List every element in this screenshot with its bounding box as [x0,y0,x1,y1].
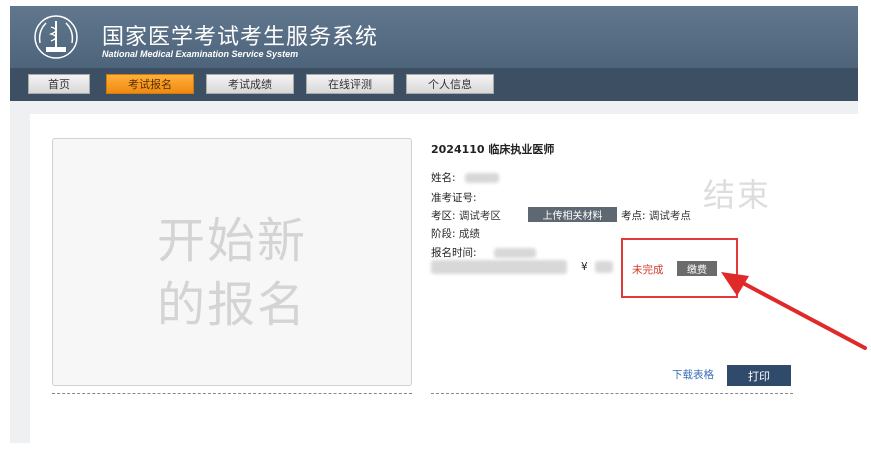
registration-time-label: 报名时间: [431,247,477,259]
divider-left [52,393,412,394]
site-header: 国家医学考试考生服务系统 National Medical Examinatio… [10,6,858,68]
pay-button[interactable]: 缴费 [677,261,717,276]
region-value: 调试考区 [458,210,501,222]
stage-label: 阶段: [431,228,456,240]
exam-title: 2024110 临床执业医师 [431,143,555,156]
new-registration-line1: 开始新 [156,213,307,269]
stage-row: 阶段: 成绩 [431,226,480,241]
site-title: 国家医学考试考生服务系统 [102,25,379,50]
name-label: 姓名: [431,172,456,184]
fee-row: ¥ [581,261,614,273]
nav-home[interactable]: 首页 [28,74,90,94]
ticket-row: 准考证号: [431,190,477,205]
name-row: 姓名: [431,170,499,185]
site-row: 考点: 调试考点 [621,208,691,223]
ended-stamp: 结束 [703,176,772,214]
fee-value-redacted [595,261,614,273]
divider-right [431,393,793,394]
region-row: 考区: 调试考区 [431,208,501,223]
site-label: 考点: [621,210,646,222]
amount-details-redacted [431,260,567,274]
payment-status: 未完成 [632,264,664,276]
nav-online-assessment[interactable]: 在线评测 [306,74,394,94]
download-form-link[interactable]: 下载表格 [672,367,714,382]
stage-value: 成绩 [458,228,480,240]
nav-personal-info[interactable]: 个人信息 [406,74,494,94]
medical-emblem-icon [34,15,78,59]
new-registration-tile[interactable]: 开始新 的报名 [52,138,412,386]
currency-symbol: ¥ [581,261,588,273]
upload-materials-button[interactable]: 上传相关材料 [528,207,617,222]
nav-exam-registration[interactable]: 考试报名 [106,74,194,94]
site-subtitle: National Medical Examination Service Sys… [102,49,299,59]
main-nav: 首页 考试报名 考试成绩 在线评测 个人信息 [10,68,858,101]
new-registration-line2: 的报名 [156,277,307,333]
region-label: 考区: [431,210,456,222]
nav-exam-scores[interactable]: 考试成绩 [206,74,294,94]
red-arrow-annotation [721,272,867,350]
ticket-label: 准考证号: [431,192,477,204]
name-value-redacted [464,173,499,183]
registration-time-redacted [493,248,536,258]
registration-time-row: 报名时间: [431,245,536,260]
print-button[interactable]: 打印 [727,365,791,386]
site-value: 调试考点 [648,210,691,222]
page: 国家医学考试考生服务系统 National Medical Examinatio… [0,0,871,464]
